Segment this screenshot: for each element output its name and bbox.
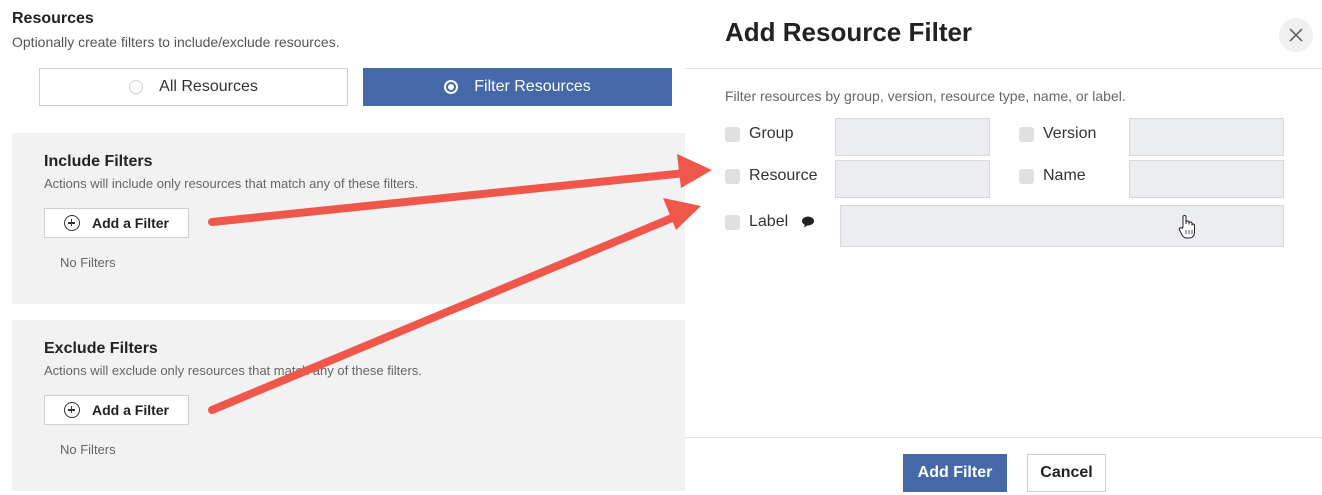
cancel-button[interactable]: Cancel — [1027, 454, 1106, 492]
all-resources-label: All Resources — [159, 78, 258, 95]
exclude-filters-description: Actions will exclude only resources that… — [44, 363, 422, 378]
resource-input[interactable] — [835, 160, 990, 198]
include-add-filter-label: Add a Filter — [91, 215, 169, 231]
label-checkbox[interactable] — [725, 215, 740, 230]
info-bubble-icon[interactable] — [801, 216, 815, 228]
all-resources-option[interactable]: All Resources — [39, 68, 348, 106]
version-input[interactable] — [1129, 118, 1284, 156]
resources-subtitle: Optionally create filters to include/exc… — [12, 34, 340, 50]
exclude-no-filters: No Filters — [60, 442, 116, 457]
resources-title: Resources — [12, 10, 94, 27]
add-filter-button[interactable]: Add Filter — [903, 454, 1007, 492]
include-filters-description: Actions will include only resources that… — [44, 176, 419, 191]
close-icon — [1289, 28, 1303, 42]
group-input[interactable] — [835, 118, 990, 156]
hand-cursor-icon — [1178, 214, 1195, 239]
radio-selected-icon — [444, 80, 459, 94]
resources-panel: Resources Optionally create filters to i… — [0, 0, 685, 495]
label-input[interactable] — [840, 205, 1284, 247]
group-checkbox[interactable] — [725, 127, 740, 142]
exclude-filters-section: Exclude Filters Actions will exclude onl… — [12, 320, 685, 491]
include-no-filters: No Filters — [60, 255, 116, 270]
exclude-filters-title: Exclude Filters — [44, 340, 158, 357]
close-button[interactable] — [1279, 18, 1313, 52]
filter-resources-option[interactable]: Filter Resources — [363, 68, 672, 106]
filter-resources-label: Filter Resources — [474, 78, 591, 95]
add-resource-filter-dialog: Add Resource Filter Filter resources by … — [685, 0, 1322, 495]
dialog-title: Add Resource Filter — [725, 17, 973, 47]
include-add-filter-button[interactable]: Add a Filter — [44, 208, 189, 238]
name-input[interactable] — [1129, 160, 1284, 198]
group-label: Group — [749, 125, 794, 142]
exclude-add-filter-label: Add a Filter — [91, 402, 169, 418]
name-label: Name — [1043, 167, 1086, 184]
version-label: Version — [1043, 125, 1097, 142]
dialog-description: Filter resources by group, version, reso… — [725, 88, 1126, 104]
version-checkbox[interactable] — [1019, 127, 1034, 142]
header-divider — [685, 68, 1322, 69]
resource-label: Resource — [749, 167, 818, 184]
resource-checkbox[interactable] — [725, 169, 740, 184]
exclude-add-filter-button[interactable]: Add a Filter — [44, 395, 189, 425]
label-field-label: Label — [749, 213, 789, 230]
footer-divider — [685, 437, 1322, 438]
include-filters-title: Include Filters — [44, 153, 153, 170]
plus-circle-icon — [63, 215, 80, 231]
include-filters-section: Include Filters Actions will include onl… — [12, 133, 685, 304]
name-checkbox[interactable] — [1019, 169, 1034, 184]
plus-circle-icon — [63, 402, 80, 418]
radio-unselected-icon — [129, 80, 144, 94]
